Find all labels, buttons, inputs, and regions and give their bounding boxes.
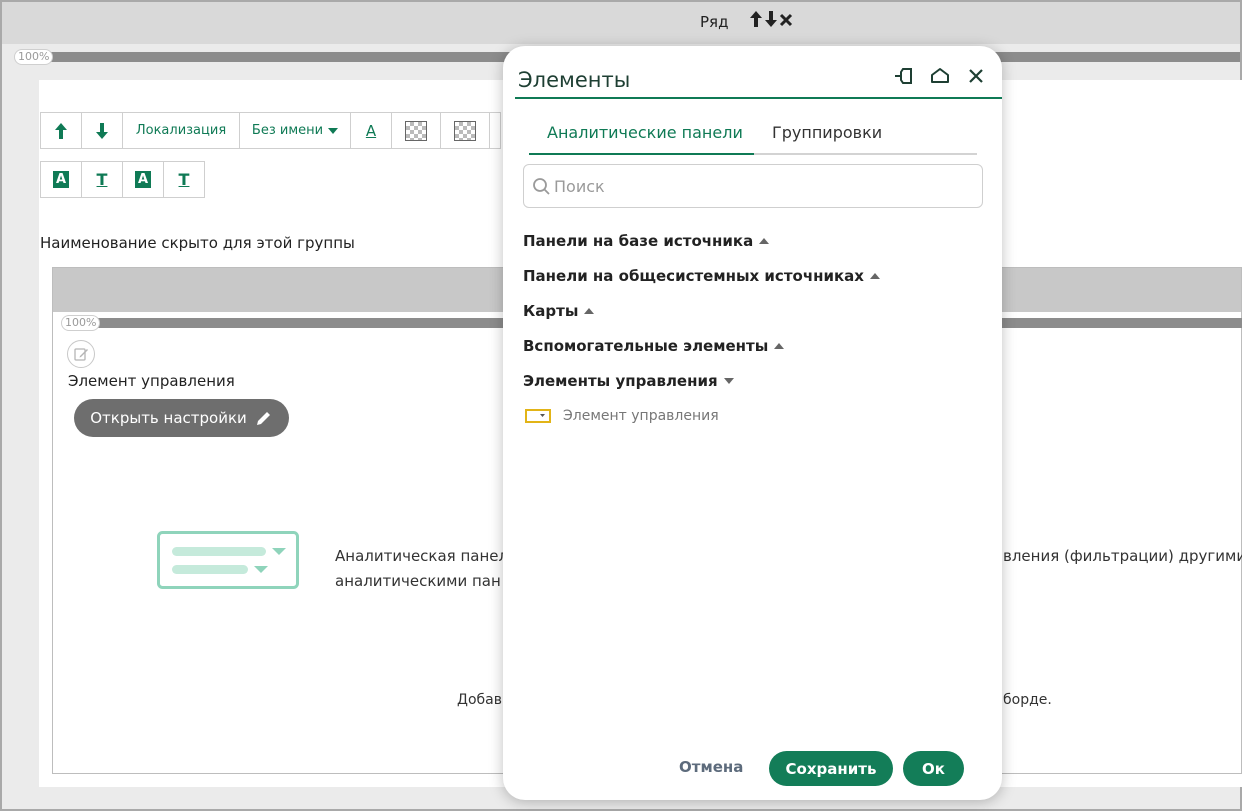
title-filled-style-button[interactable]: A: [40, 161, 82, 198]
category-controls[interactable]: Элементы управления: [523, 372, 734, 390]
control-element-label: Элемент управления: [563, 408, 719, 424]
dialog-header-actions: [883, 64, 991, 88]
ok-button[interactable]: Ок: [903, 751, 964, 786]
category-label: Вспомогательные элементы: [523, 337, 769, 355]
add-hint-right: борде.: [1003, 692, 1052, 708]
title-text-style-button[interactable]: T: [81, 161, 123, 198]
transparent-fill-icon: [405, 120, 427, 141]
name-select[interactable]: Без имени: [239, 112, 351, 149]
active-tab-indicator: [529, 153, 754, 155]
elements-dialog: Элементы Аналитические панели Группировк…: [503, 46, 1002, 800]
move-up-icon[interactable]: [749, 10, 763, 32]
name-select-label: Без имени: [251, 123, 324, 138]
category-auxiliary[interactable]: Вспомогательные элементы: [523, 337, 785, 355]
dialog-title-divider: [515, 97, 1002, 99]
open-settings-label: Открыть настройки: [90, 409, 247, 427]
dropdown-control-icon: [525, 409, 551, 423]
category-label: Элементы управления: [523, 372, 718, 390]
row-controls: [749, 10, 793, 32]
fill-color-button[interactable]: [391, 112, 441, 149]
move-down-icon[interactable]: [764, 10, 778, 32]
subtitle-text-style-button[interactable]: T: [163, 161, 205, 198]
search-icon: [533, 178, 550, 195]
category-label: Панели на базе источника: [523, 232, 754, 250]
text-color-icon: A: [365, 121, 377, 140]
close-icon[interactable]: [961, 64, 991, 88]
chevron-down-icon: [328, 127, 339, 134]
tab-groupings[interactable]: Группировки: [772, 123, 882, 142]
toolbar-overflow-edge: [489, 112, 501, 149]
caret-up-icon: [869, 273, 880, 279]
delete-row-icon[interactable]: [779, 10, 793, 32]
edit-icon: [74, 348, 88, 361]
control-panel-illustration: [157, 531, 301, 595]
transparent-background-icon: [454, 120, 476, 141]
edit-element-button[interactable]: [67, 340, 95, 368]
subtitle-filled-icon: A: [135, 171, 151, 188]
text-color-button[interactable]: A: [350, 112, 392, 149]
panel-description-left-1: Аналитическая панел: [335, 547, 509, 565]
subtitle-filled-style-button[interactable]: A: [122, 161, 164, 198]
dialog-title: Элементы: [518, 68, 631, 92]
subtitle-text-icon: T: [178, 170, 190, 189]
panel-description-right-1: вления (фильтрации) другими: [1003, 547, 1242, 565]
search-input[interactable]: [554, 176, 974, 196]
search-field[interactable]: [523, 164, 983, 208]
group-caption: Наименование скрыто для этой группы: [40, 234, 355, 252]
category-label: Панели на общесистемных источниках: [523, 267, 864, 285]
row-width-badge: 100%: [14, 49, 54, 65]
pencil-icon: [256, 412, 270, 425]
format-toolbar: Локализация Без имени A: [40, 112, 501, 149]
add-hint-left: Добав: [457, 692, 502, 708]
caret-up-icon: [774, 343, 785, 349]
category-maps[interactable]: Карты: [523, 302, 595, 320]
panel-width-badge: 100%: [61, 315, 101, 331]
pin-icon[interactable]: [889, 64, 919, 88]
panel-description-left-2: аналитическими пан: [335, 572, 501, 590]
row-header: Ряд: [2, 2, 1240, 44]
arrow-down-icon: [96, 122, 108, 139]
category-system-source-panels[interactable]: Панели на общесистемных источниках: [523, 267, 880, 285]
move-up-button[interactable]: [40, 112, 82, 149]
caret-up-icon: [584, 308, 595, 314]
row-title: Ряд: [700, 13, 729, 31]
home-icon[interactable]: [925, 64, 955, 88]
background-color-button[interactable]: [440, 112, 490, 149]
title-text-icon: T: [96, 170, 108, 189]
cancel-button[interactable]: Отмена: [679, 758, 743, 776]
open-settings-button[interactable]: Открыть настройки: [74, 399, 289, 437]
caret-up-icon: [759, 238, 770, 244]
save-button[interactable]: Сохранить: [769, 751, 893, 786]
control-element-item[interactable]: Элемент управления: [525, 408, 719, 424]
move-down-button[interactable]: [81, 112, 123, 149]
dialog-tabs: Аналитические панели Группировки: [529, 118, 977, 155]
caret-down-icon: [723, 378, 734, 384]
category-label: Карты: [523, 302, 579, 320]
arrow-up-icon: [55, 122, 67, 139]
heading-toolbar: A T A T: [40, 161, 205, 198]
localization-button[interactable]: Локализация: [122, 112, 240, 149]
tab-analytic-panels[interactable]: Аналитические панели: [547, 123, 743, 142]
category-source-panels[interactable]: Панели на базе источника: [523, 232, 770, 250]
localization-label: Локализация: [135, 123, 227, 138]
title-filled-icon: A: [53, 171, 69, 188]
element-title: Элемент управления: [68, 372, 235, 390]
